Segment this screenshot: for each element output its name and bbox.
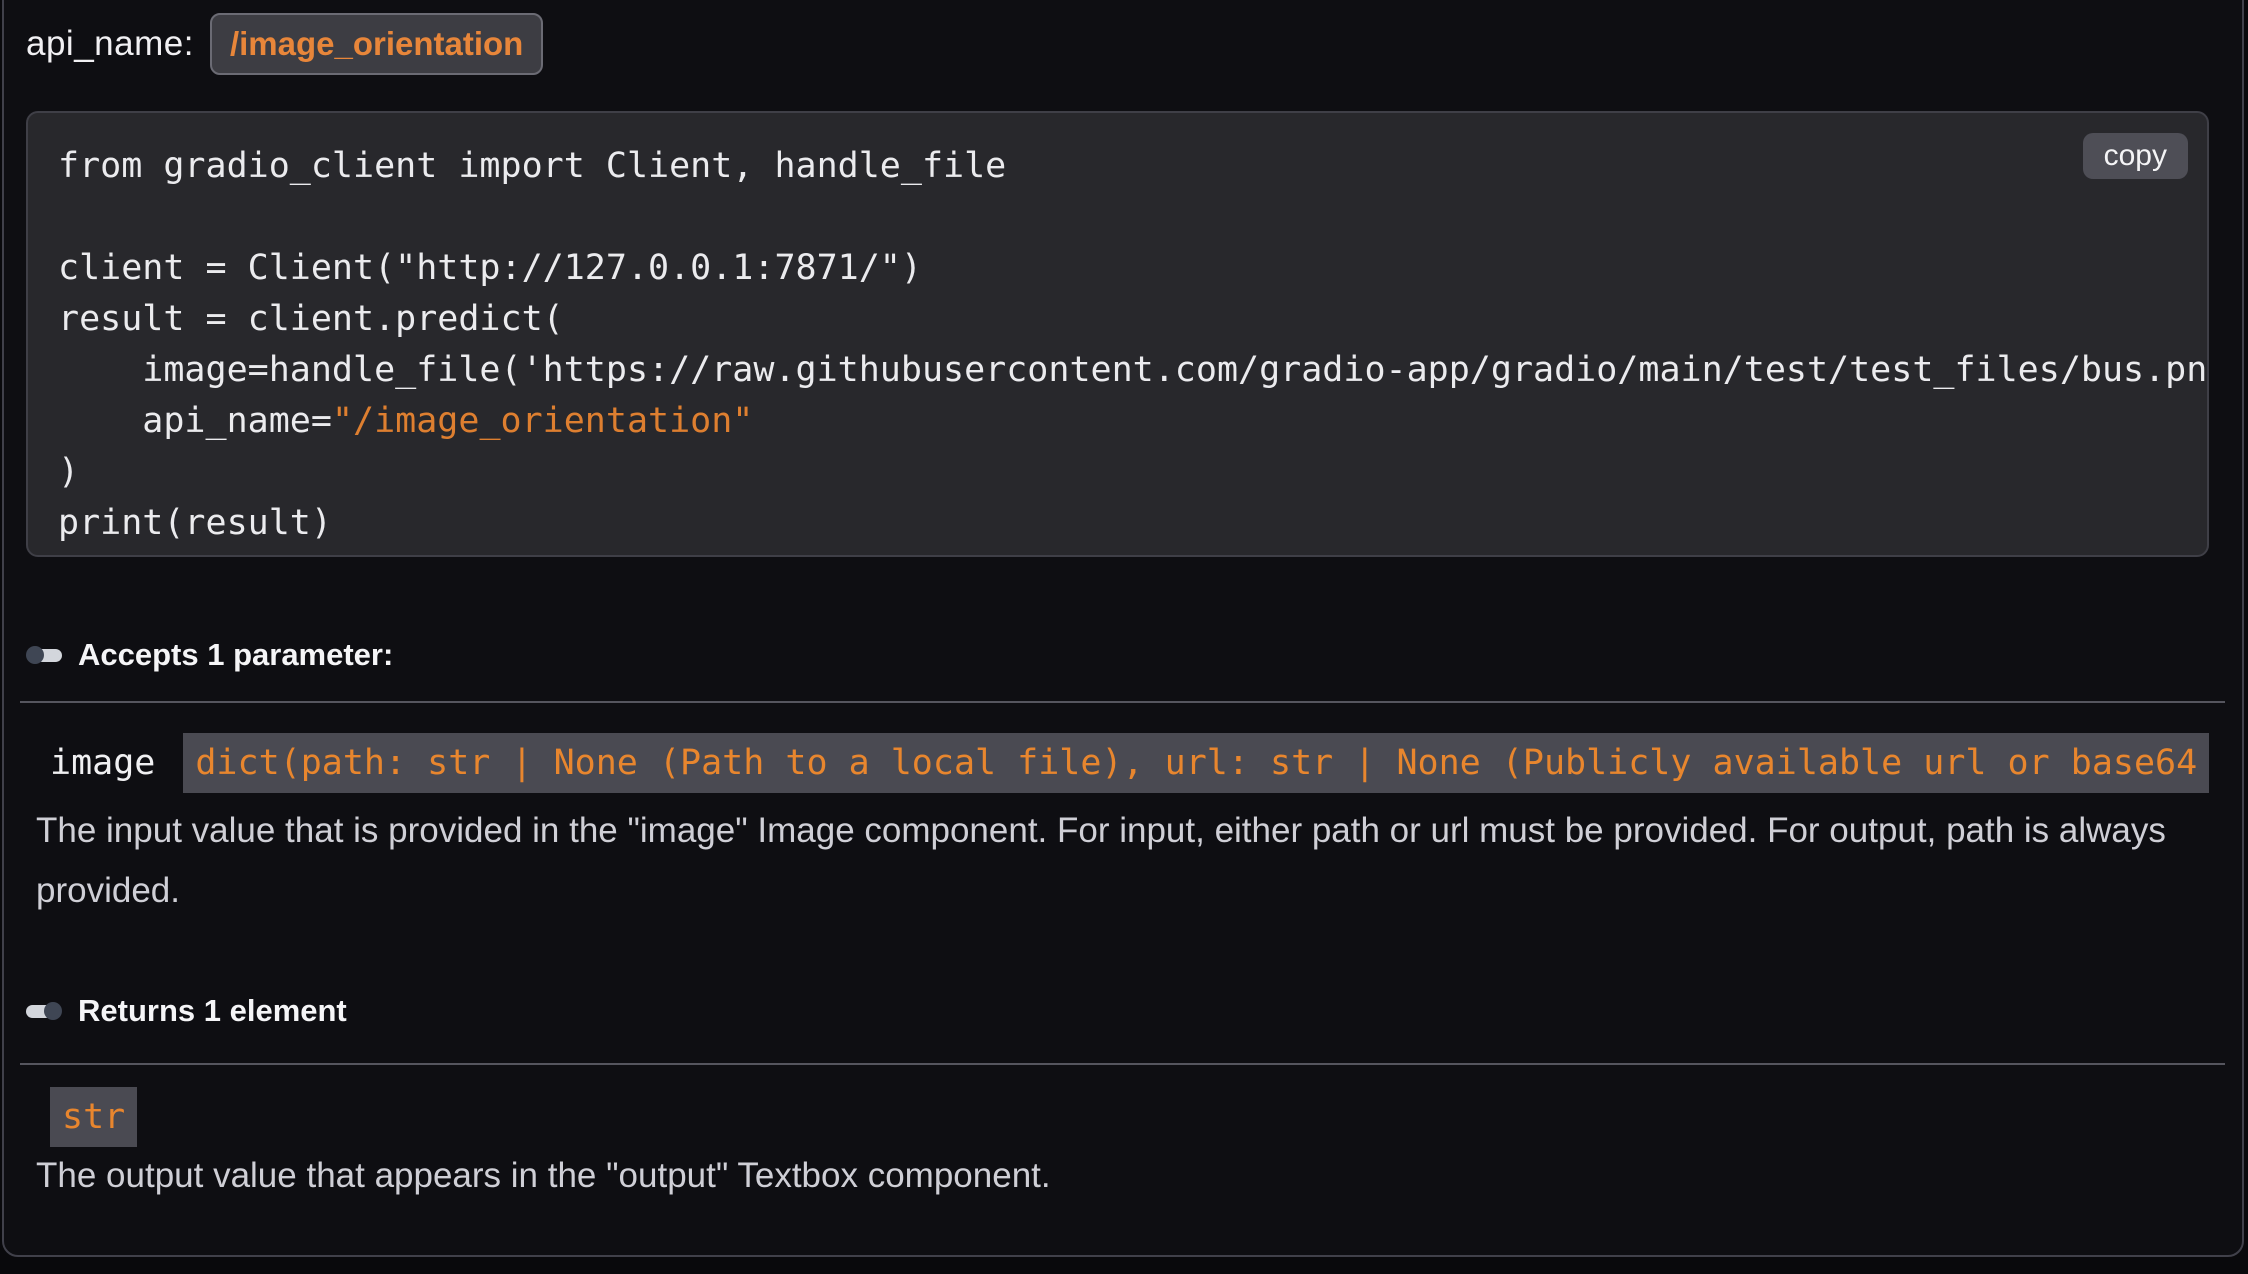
code-text-after: ) print(result) — [58, 452, 332, 543]
panel-content: api_name: /image_orientation from gradio… — [4, 0, 2242, 1201]
section-divider — [20, 701, 2225, 703]
parameter-toggle-icon — [26, 646, 62, 664]
code-api-name-value: "/image_orientation" — [332, 401, 753, 441]
parameter-name: image — [50, 741, 155, 785]
return-type-chip: str — [50, 1087, 137, 1147]
toggle-knob — [26, 646, 44, 664]
code-snippet-block: from gradio_client import Client, handle… — [26, 111, 2209, 557]
accepts-heading-text: Accepts 1 parameter: — [78, 633, 393, 677]
return-toggle-icon — [26, 1002, 62, 1020]
code-text-before: from gradio_client import Client, handle… — [58, 146, 2209, 441]
copy-button[interactable]: copy — [2083, 133, 2188, 179]
returns-section-heading: Returns 1 element — [26, 989, 2209, 1033]
toggle-knob — [44, 1002, 62, 1020]
api-header: api_name: /image_orientation — [26, 13, 2209, 75]
accepts-section-heading: Accepts 1 parameter: — [26, 633, 2209, 677]
api-name-label: api_name: — [26, 24, 194, 64]
api-endpoint-panel: api_name: /image_orientation from gradio… — [2, 0, 2244, 1257]
code-snippet: from gradio_client import Client, handle… — [58, 141, 2207, 549]
parameter-description: The input value that is provided in the … — [36, 801, 2191, 921]
returns-heading-text: Returns 1 element — [78, 989, 347, 1033]
parameter-row: image dict(path: str | None (Path to a l… — [50, 733, 2209, 793]
parameter-type-box: dict(path: str | None (Path to a local f… — [183, 733, 2209, 793]
section-divider — [20, 1063, 2225, 1065]
api-name-chip: /image_orientation — [210, 13, 543, 75]
return-description: The output value that appears in the "ou… — [36, 1151, 2209, 1201]
